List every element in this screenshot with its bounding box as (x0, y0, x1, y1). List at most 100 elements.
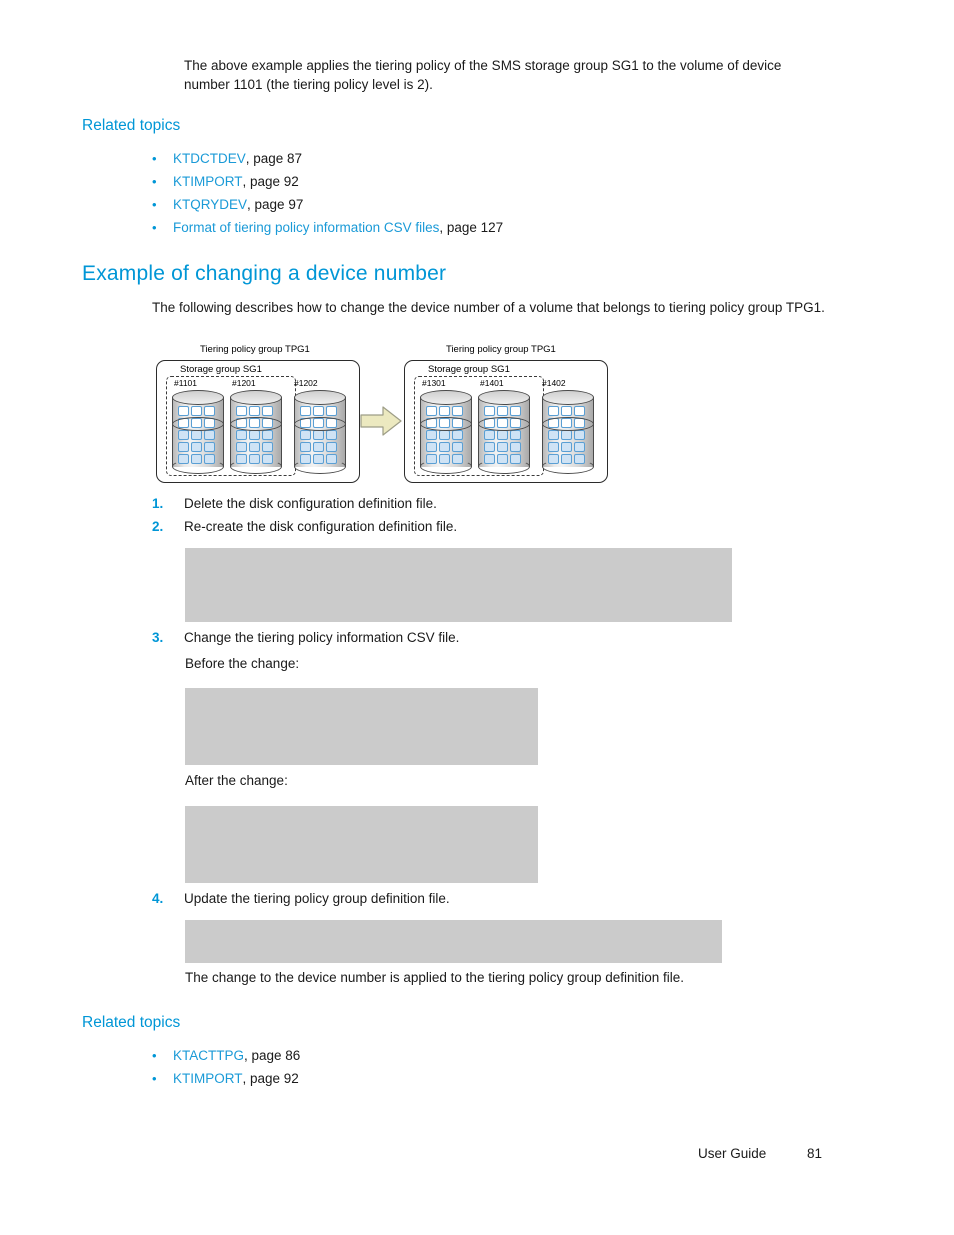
block-cell (561, 430, 572, 440)
block-cell (326, 406, 337, 416)
cylinder-divider-ellipse (172, 417, 224, 431)
list-item[interactable]: • KTACTTPG , page 86 (152, 1044, 752, 1067)
volume-cylinder (420, 390, 472, 474)
topic-page-ref: , page 97 (247, 197, 304, 212)
bullet-icon: • (152, 220, 157, 235)
right-arrow-icon (359, 404, 403, 438)
list-item[interactable]: • KTQRYDEV , page 97 (152, 193, 752, 216)
step-number: 4. (152, 891, 164, 906)
block-cell (574, 406, 585, 416)
list-item[interactable]: • KTIMPORT , page 92 (152, 1067, 752, 1090)
step-2: 2. Re-create the disk configuration defi… (152, 517, 792, 537)
cylinder-block-grid (236, 406, 276, 464)
block-cell (300, 406, 311, 416)
block-cell (561, 442, 572, 452)
related-topics-list-bottom: • KTACTTPG , page 86 • KTIMPORT , page 9… (152, 1044, 752, 1090)
list-item[interactable]: • KTDCTDEV , page 87 (152, 147, 752, 170)
block-cell (426, 406, 437, 416)
block-cell (510, 430, 521, 440)
block-cell (313, 442, 324, 452)
cylinder-block-grid (548, 406, 588, 464)
device-number-change-diagram: Tiering policy group TPG1 Storage group … (150, 342, 620, 492)
cylinder-divider-ellipse (420, 417, 472, 431)
topic-page-ref: , page 86 (244, 1048, 301, 1063)
cylinder-block-grid (178, 406, 218, 464)
block-cell (313, 430, 324, 440)
block-cell (439, 430, 450, 440)
block-cell (191, 430, 202, 440)
block-cell (191, 406, 202, 416)
topic-link[interactable]: KTIMPORT (173, 1067, 243, 1090)
block-cell (426, 430, 437, 440)
block-cell (548, 442, 559, 452)
block-cell (452, 430, 463, 440)
related-topics-heading-bottom: Related topics (82, 1014, 181, 1031)
step-text: Update the tiering policy group definiti… (184, 891, 450, 906)
result-text: The change to the device number is appli… (185, 970, 685, 985)
block-cell (191, 442, 202, 452)
block-cell (510, 442, 521, 452)
block-cell (236, 430, 247, 440)
code-block-1 (185, 548, 732, 622)
block-cell (204, 442, 215, 452)
after-change-label: After the change: (185, 773, 288, 788)
before-change-label: Before the change: (185, 656, 300, 671)
cylinder-bottom-ellipse (420, 459, 472, 474)
block-cell (497, 442, 508, 452)
left-device-label-1: #1101 (174, 378, 198, 388)
volume-cylinder (230, 390, 282, 474)
block-cell (249, 442, 260, 452)
document-page: The above example applies the tiering po… (0, 0, 954, 1235)
block-cell (204, 430, 215, 440)
block-cell (574, 442, 585, 452)
cylinder-divider-ellipse (478, 417, 530, 431)
block-cell (236, 442, 247, 452)
cylinder-bottom-ellipse (230, 459, 282, 474)
topic-link[interactable]: KTDCTDEV (173, 147, 246, 170)
block-cell (452, 406, 463, 416)
block-cell (439, 442, 450, 452)
step-text: Delete the disk configuration definition… (184, 496, 437, 511)
volume-cylinder (542, 390, 594, 474)
topic-link[interactable]: KTIMPORT (173, 170, 243, 193)
cylinder-divider-ellipse (294, 417, 346, 431)
topic-link[interactable]: KTACTTPG (173, 1044, 244, 1067)
volume-cylinder (294, 390, 346, 474)
cylinder-block-grid (484, 406, 524, 464)
bullet-icon: • (152, 174, 157, 189)
code-block-4 (185, 920, 722, 963)
cylinder-top-ellipse (294, 390, 346, 405)
block-cell (484, 406, 495, 416)
block-cell (262, 406, 273, 416)
left-device-label-2: #1201 (232, 378, 256, 388)
bullet-icon: • (152, 1048, 157, 1063)
list-item[interactable]: • KTIMPORT , page 92 (152, 170, 752, 193)
block-cell (178, 406, 189, 416)
list-item[interactable]: • Format of tiering policy information C… (152, 216, 752, 239)
cylinder-top-ellipse (172, 390, 224, 405)
block-cell (262, 442, 273, 452)
right-tpg-title: Tiering policy group TPG1 (446, 344, 556, 355)
topic-page-ref: , page 92 (242, 174, 299, 189)
step-4: 4. Update the tiering policy group defin… (152, 889, 792, 909)
right-device-label-3: #1402 (542, 378, 566, 388)
block-cell (561, 406, 572, 416)
cylinder-top-ellipse (542, 390, 594, 405)
block-cell (178, 430, 189, 440)
bullet-icon: • (152, 151, 157, 166)
footer-page-number: 81 (807, 1146, 823, 1161)
topic-link[interactable]: Format of tiering policy information CSV… (173, 216, 439, 239)
step-text: Change the tiering policy information CS… (184, 630, 460, 645)
topic-link[interactable]: KTQRYDEV (173, 193, 247, 216)
topic-page-ref: , page 127 (439, 220, 504, 235)
block-cell (548, 430, 559, 440)
step-3: 3. Change the tiering policy information… (152, 628, 792, 648)
step-number: 2. (152, 519, 164, 534)
step-1: 1. Delete the disk configuration definit… (152, 494, 792, 514)
right-device-label-2: #1401 (480, 378, 504, 388)
left-tpg-title: Tiering policy group TPG1 (200, 344, 310, 355)
footer-doc-title: User Guide (698, 1146, 767, 1161)
block-cell (574, 430, 585, 440)
topic-page-ref: , page 92 (242, 1071, 299, 1086)
cylinder-top-ellipse (420, 390, 472, 405)
